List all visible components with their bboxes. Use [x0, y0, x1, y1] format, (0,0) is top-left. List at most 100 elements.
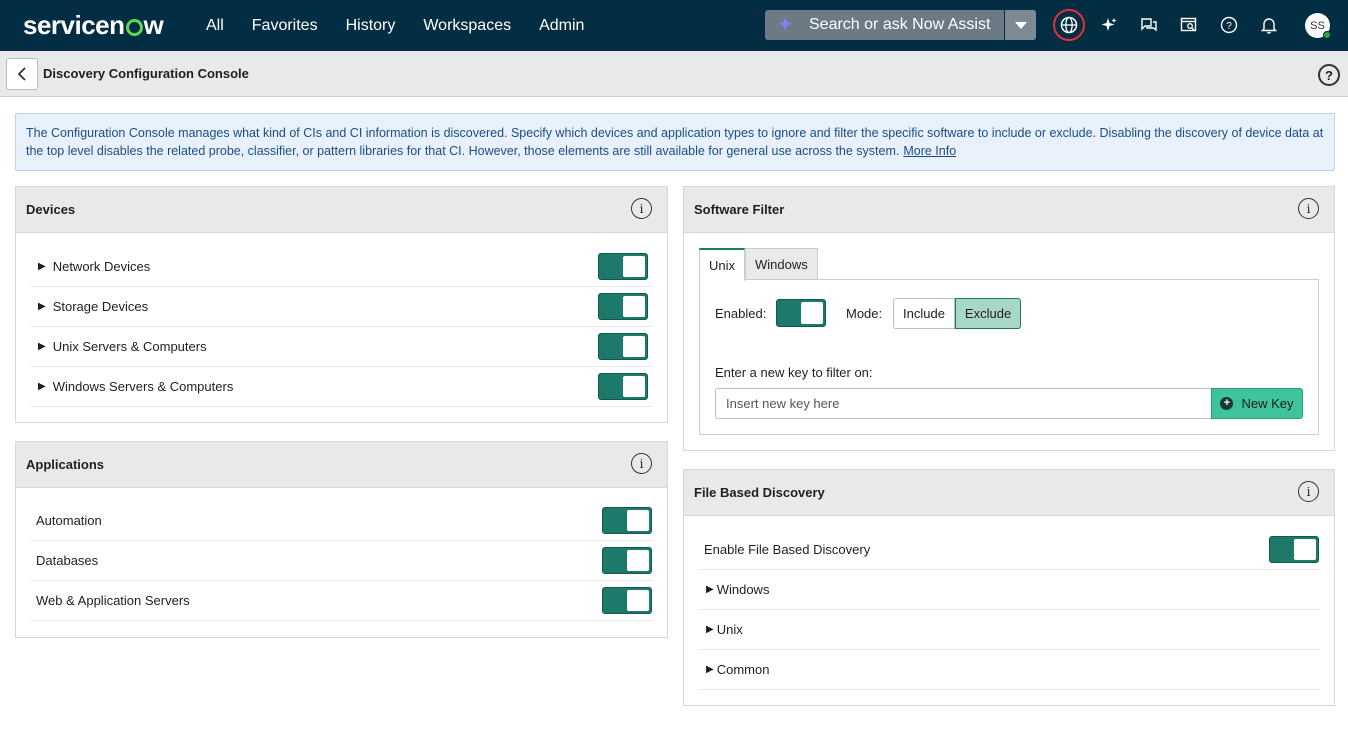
network-devices-toggle[interactable]: [598, 253, 648, 280]
toggle-knob: [627, 550, 649, 571]
toggle-knob: [1294, 539, 1316, 560]
info-icon[interactable]: i: [1298, 481, 1319, 502]
nav-favorites[interactable]: Favorites: [252, 17, 318, 35]
screen-search-icon[interactable]: [1176, 12, 1202, 38]
file-based-discovery-toggle[interactable]: [1269, 536, 1319, 563]
back-button[interactable]: [6, 57, 38, 90]
web-app-servers-toggle[interactable]: [602, 587, 652, 614]
app-row-databases: Databases: [31, 541, 652, 581]
new-key-button[interactable]: + New Key: [1211, 388, 1303, 419]
new-key-label: Enter a new key to filter on:: [715, 365, 873, 380]
file-based-title: File Based Discovery: [694, 485, 825, 500]
logo-o: [125, 19, 143, 36]
mode-segmented-control: Include Exclude: [893, 298, 1022, 329]
globe-icon[interactable]: [1056, 12, 1082, 38]
applications-title: Applications: [26, 457, 105, 472]
file-based-discovery-panel: File Based Discovery i Enable File Based…: [683, 469, 1335, 706]
expand-triangle-icon[interactable]: ▶: [706, 624, 714, 635]
expand-triangle-icon[interactable]: ▶: [38, 341, 46, 352]
global-search[interactable]: ✦ Search or ask Now Assist: [765, 10, 1036, 40]
logo-text-start: servicen: [23, 10, 125, 40]
windows-servers-toggle[interactable]: [598, 373, 648, 400]
toggle-knob: [627, 590, 649, 611]
toggle-knob: [623, 256, 645, 277]
app-row-web-servers: Web & Application Servers: [31, 581, 652, 621]
file-based-header: File Based Discovery i: [684, 470, 1334, 516]
toggle-knob: [627, 510, 649, 531]
file-based-row-unix[interactable]: ▶ Unix: [699, 610, 1319, 650]
new-key-placeholder: Insert new key here: [726, 396, 840, 411]
file-based-row-windows[interactable]: ▶ Windows: [699, 570, 1319, 610]
mode-include-button[interactable]: Include: [893, 298, 955, 329]
svg-text:?: ?: [1226, 21, 1232, 32]
file-based-label[interactable]: Windows: [717, 582, 770, 597]
plus-circle-icon: +: [1220, 397, 1234, 410]
expand-triangle-icon[interactable]: ▶: [38, 381, 46, 392]
file-based-row-common[interactable]: ▶ Common: [699, 650, 1319, 690]
device-label[interactable]: Windows Servers & Computers: [53, 379, 234, 394]
info-icon[interactable]: i: [1298, 198, 1319, 219]
storage-devices-toggle[interactable]: [598, 293, 648, 320]
app-label: Databases: [36, 553, 99, 568]
help-icon[interactable]: ?: [1216, 12, 1242, 38]
software-filter-panel: Software Filter i Unix Windows Enabled: …: [683, 186, 1335, 451]
unix-servers-toggle[interactable]: [598, 333, 648, 360]
toggle-knob: [801, 302, 823, 324]
search-dropdown-button[interactable]: [1004, 10, 1036, 40]
avatar-initials: SS: [1310, 19, 1325, 32]
tab-windows[interactable]: Windows: [745, 248, 818, 280]
info-icon[interactable]: i: [631, 453, 652, 474]
software-filter-tabs: Unix Windows: [699, 248, 818, 281]
device-label[interactable]: Network Devices: [53, 259, 151, 274]
devices-panel-header: Devices i: [16, 187, 667, 233]
toggle-knob: [623, 376, 645, 397]
device-label[interactable]: Unix Servers & Computers: [53, 339, 207, 354]
automation-toggle[interactable]: [602, 507, 652, 534]
software-filter-enabled-toggle[interactable]: [776, 299, 826, 327]
applications-panel: Applications i Automation Databases Web …: [15, 441, 668, 638]
chat-icon[interactable]: [1136, 12, 1162, 38]
toggle-knob: [623, 336, 645, 357]
banner-text: The Configuration Console manages what k…: [26, 126, 1324, 158]
app-label: Automation: [36, 513, 102, 528]
devices-title: Devices: [26, 202, 76, 217]
nav-admin[interactable]: Admin: [539, 17, 584, 35]
device-row-unix: ▶ Unix Servers & Computers: [31, 327, 652, 367]
expand-triangle-icon[interactable]: ▶: [38, 261, 46, 272]
tab-unix[interactable]: Unix: [699, 248, 746, 281]
presence-dot: [1323, 31, 1331, 39]
devices-panel: Devices i ▶ Network Devices ▶ Storage De…: [15, 186, 668, 423]
nav-all[interactable]: All: [206, 17, 224, 35]
page-help-icon[interactable]: ?: [1318, 64, 1340, 86]
bell-icon[interactable]: [1256, 12, 1282, 38]
top-nav: servicen w All Favorites History Workspac…: [0, 0, 1348, 51]
file-based-label[interactable]: Unix: [717, 622, 743, 637]
page-title: Discovery Configuration Console: [43, 66, 249, 81]
expand-triangle-icon[interactable]: ▶: [706, 664, 714, 675]
file-based-enable-row: Enable File Based Discovery: [699, 530, 1319, 570]
expand-triangle-icon[interactable]: ▶: [38, 301, 46, 312]
servicenow-logo[interactable]: servicen w: [23, 10, 178, 41]
new-key-input[interactable]: Insert new key here: [715, 388, 1211, 419]
mode-exclude-button[interactable]: Exclude: [954, 298, 1022, 329]
info-banner: The Configuration Console manages what k…: [15, 113, 1335, 171]
nav-links: All Favorites History Workspaces Admin: [206, 17, 612, 35]
toggle-knob: [623, 296, 645, 317]
device-row-network: ▶ Network Devices: [31, 247, 652, 287]
device-label[interactable]: Storage Devices: [53, 299, 148, 314]
info-icon[interactable]: i: [631, 198, 652, 219]
file-based-label[interactable]: Common: [717, 662, 770, 677]
more-info-link[interactable]: More Info: [903, 144, 956, 158]
databases-toggle[interactable]: [602, 547, 652, 574]
device-row-windows: ▶ Windows Servers & Computers: [31, 367, 652, 407]
expand-triangle-icon[interactable]: ▶: [706, 584, 714, 595]
nav-history[interactable]: History: [346, 17, 396, 35]
chevron-left-icon: [17, 66, 26, 81]
nav-workspaces[interactable]: Workspaces: [423, 17, 511, 35]
sparkle-icon[interactable]: [1096, 12, 1122, 38]
device-row-storage: ▶ Storage Devices: [31, 287, 652, 327]
software-filter-title: Software Filter: [694, 202, 785, 217]
enable-file-based-label: Enable File Based Discovery: [704, 542, 871, 557]
user-avatar[interactable]: SS: [1305, 13, 1331, 39]
app-label: Web & Application Servers: [36, 593, 190, 608]
